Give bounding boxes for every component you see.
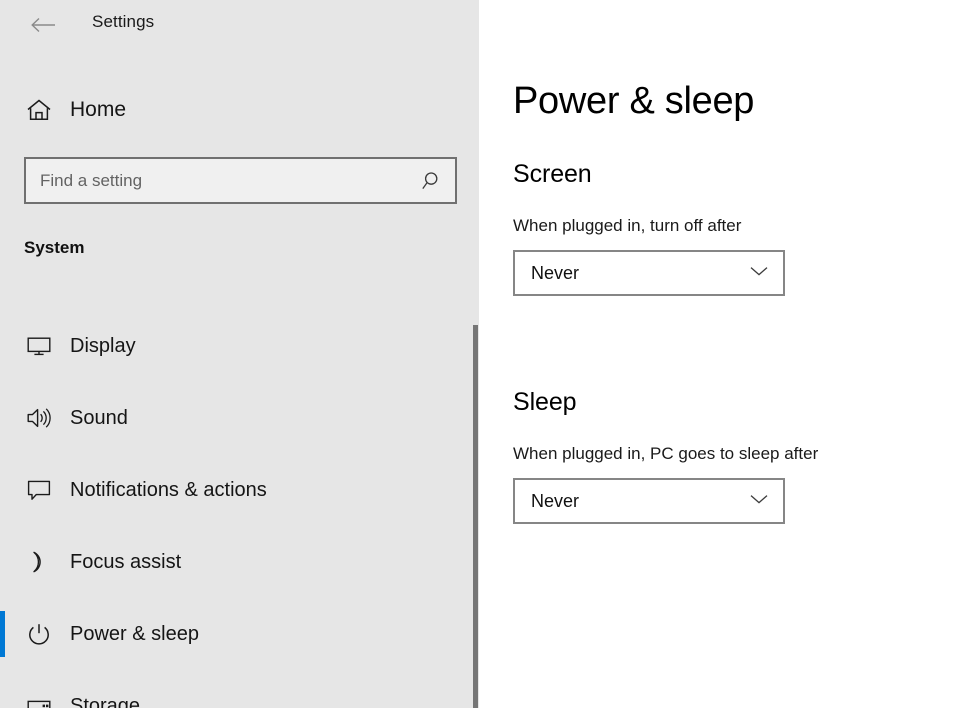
settings-sidebar: Settings Home System <box>0 0 479 708</box>
sidebar-item-storage[interactable]: Storage <box>0 670 479 708</box>
section-sleep: Sleep When plugged in, PC goes to sleep … <box>513 388 943 524</box>
monitor-icon <box>22 335 56 357</box>
sleep-timeout-value: Never <box>531 490 580 511</box>
sidebar-item-notifications[interactable]: Notifications & actions <box>0 454 479 526</box>
search-input[interactable] <box>26 159 411 202</box>
back-button[interactable] <box>20 10 66 40</box>
chevron-down-icon <box>749 264 769 282</box>
screen-timeout-dropdown[interactable]: Never <box>513 250 785 296</box>
sidebar-item-storage-label: Storage <box>70 694 141 708</box>
section-screen: Screen When plugged in, turn off after N… <box>513 160 943 296</box>
chat-bubble-icon <box>22 478 56 502</box>
sidebar-item-display-label: Display <box>70 334 136 357</box>
sidebar-item-home[interactable]: Home <box>0 90 479 130</box>
arrow-left-icon <box>31 17 55 33</box>
sidebar-item-sound-label: Sound <box>70 406 128 429</box>
sidebar-item-notifications-label: Notifications & actions <box>70 478 267 501</box>
chevron-down-icon <box>749 492 769 510</box>
home-icon <box>22 98 56 122</box>
selection-accent-bar <box>0 539 5 585</box>
screen-timeout-value: Never <box>531 262 580 283</box>
selection-accent-bar <box>0 395 5 441</box>
sidebar-item-focus-assist-label: Focus assist <box>70 550 182 573</box>
power-icon <box>22 622 56 646</box>
selection-accent-bar <box>0 467 5 513</box>
moon-icon <box>22 550 56 574</box>
sidebar-item-display[interactable]: Display <box>0 310 479 382</box>
drive-icon <box>22 695 56 708</box>
page-title: Power & sleep <box>513 80 755 122</box>
sidebar-item-home-label: Home <box>70 98 127 121</box>
speaker-icon <box>22 406 56 430</box>
app-title: Settings <box>92 12 155 31</box>
sidebar-item-sound[interactable]: Sound <box>0 382 479 454</box>
search-box[interactable] <box>24 157 457 204</box>
sidebar-nav-list: Display Sound Notifications & actions Fo… <box>0 310 479 708</box>
selection-accent-bar <box>0 323 5 369</box>
main-content: Power & sleep Screen When plugged in, tu… <box>479 0 963 708</box>
sleep-timeout-label: When plugged in, PC goes to sleep after <box>513 444 819 463</box>
selection-accent-bar <box>0 611 5 657</box>
title-bar: Settings <box>0 0 479 48</box>
section-sleep-heading: Sleep <box>513 388 577 416</box>
sidebar-group-header: System <box>24 238 85 257</box>
sidebar-scrollbar-thumb[interactable] <box>473 325 478 708</box>
sidebar-item-power-and-sleep-label: Power & sleep <box>70 622 199 645</box>
section-screen-heading: Screen <box>513 160 592 188</box>
screen-timeout-label: When plugged in, turn off after <box>513 216 742 235</box>
sidebar-item-focus-assist[interactable]: Focus assist <box>0 526 479 598</box>
selection-accent-bar <box>0 683 5 708</box>
search-icon[interactable] <box>411 159 455 202</box>
sidebar-item-power-and-sleep[interactable]: Power & sleep <box>0 598 479 670</box>
sleep-timeout-dropdown[interactable]: Never <box>513 478 785 524</box>
